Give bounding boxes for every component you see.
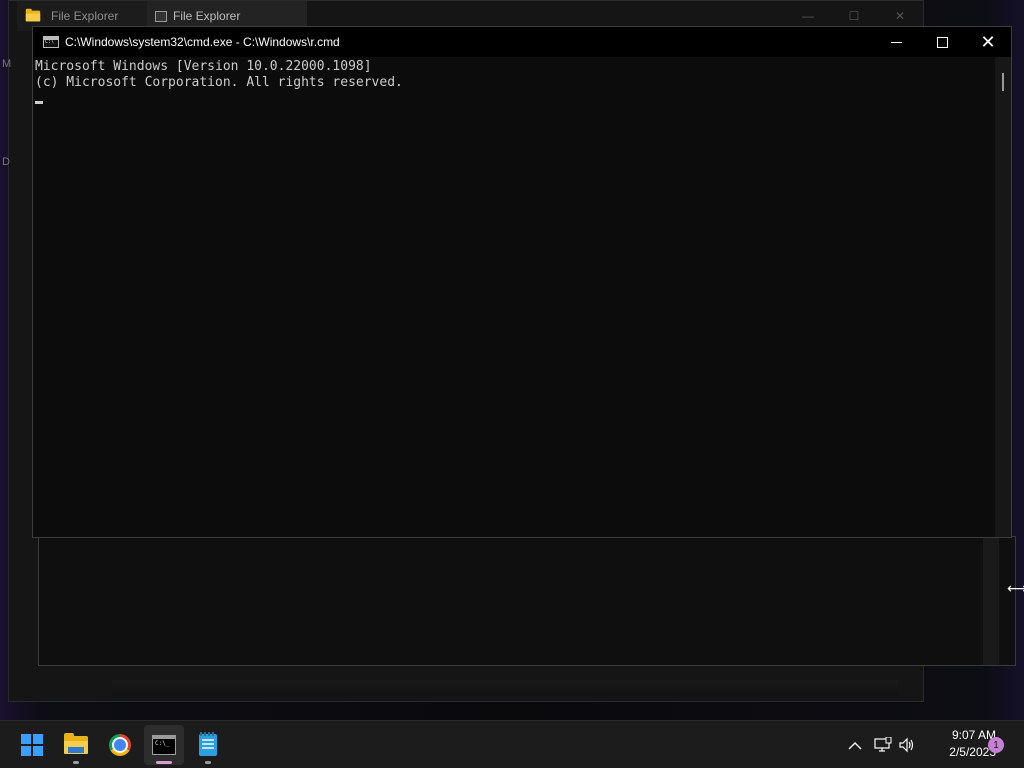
- desktop: File Explorer File Explorer — ☐ ✕ M D ⟷ …: [0, 0, 1024, 720]
- network-button[interactable]: [871, 733, 895, 757]
- terminal-icon: [152, 735, 176, 755]
- taskbar-notepad[interactable]: [188, 725, 228, 765]
- volume-icon: [899, 737, 914, 753]
- explorer-tab-2-label: File Explorer: [173, 9, 241, 23]
- window-shadow: [112, 680, 898, 696]
- console-output[interactable]: Microsoft Windows [Version 10.0.22000.10…: [33, 57, 995, 537]
- side-text-fragment: D: [2, 156, 10, 168]
- cmd-app-icon[interactable]: [43, 36, 59, 48]
- scrollbar-thumb[interactable]: [1002, 73, 1004, 91]
- window-controls: ✕: [873, 27, 1011, 57]
- side-text-fragment: M: [2, 58, 12, 70]
- active-indicator: [156, 761, 172, 764]
- taskbar-chrome[interactable]: [100, 725, 140, 765]
- system-clock[interactable]: 9:07 AM 2/5/2023: [920, 727, 996, 761]
- cmd-title-bar[interactable]: C:\Windows\system32\cmd.exe - C:\Windows…: [33, 27, 1011, 57]
- taskbar-file-explorer[interactable]: [56, 725, 96, 765]
- notepad-icon: [199, 732, 217, 756]
- scrollbar-track[interactable]: [983, 537, 999, 665]
- maximize-button[interactable]: [919, 27, 965, 57]
- maximize-icon: [936, 36, 948, 48]
- explorer-window-icon: [155, 10, 167, 22]
- show-hidden-icons-button[interactable]: [843, 733, 867, 757]
- folder-icon: [25, 8, 41, 22]
- console-line: Microsoft Windows [Version 10.0.22000.10…: [35, 59, 372, 74]
- minimize-icon: [890, 41, 902, 43]
- chrome-icon: [109, 734, 131, 756]
- network-icon: [874, 737, 892, 752]
- volume-button[interactable]: [895, 733, 919, 757]
- windows-start-icon: [21, 734, 43, 756]
- notification-badge[interactable]: 1: [988, 737, 1004, 753]
- clock-date: 2/5/2023: [949, 745, 996, 759]
- obscured-console-region: [38, 536, 1016, 666]
- taskbar-command-prompt[interactable]: [144, 725, 184, 765]
- explorer-tab-1-label: File Explorer: [51, 9, 119, 23]
- start-button[interactable]: [12, 725, 52, 765]
- running-indicator: [73, 761, 79, 764]
- folder-icon: [64, 733, 88, 754]
- text-cursor: [35, 101, 43, 104]
- resize-cursor-icon: ⟷: [1007, 580, 1024, 596]
- chevron-up-icon: [848, 741, 862, 749]
- console-scrollbar[interactable]: [995, 57, 1011, 537]
- minimize-button[interactable]: [873, 27, 919, 57]
- close-button[interactable]: ✕: [965, 27, 1011, 57]
- close-icon: ✕: [980, 32, 996, 52]
- console-line: (c) Microsoft Corporation. All rights re…: [35, 75, 403, 90]
- clock-time: 9:07 AM: [951, 728, 996, 742]
- running-indicator: [205, 761, 211, 764]
- cmd-window[interactable]: C:\Windows\system32\cmd.exe - C:\Windows…: [32, 26, 1012, 538]
- taskbar: 9:07 AM 2/5/2023 1: [0, 720, 1024, 768]
- cmd-window-title: C:\Windows\system32\cmd.exe - C:\Windows…: [65, 35, 340, 49]
